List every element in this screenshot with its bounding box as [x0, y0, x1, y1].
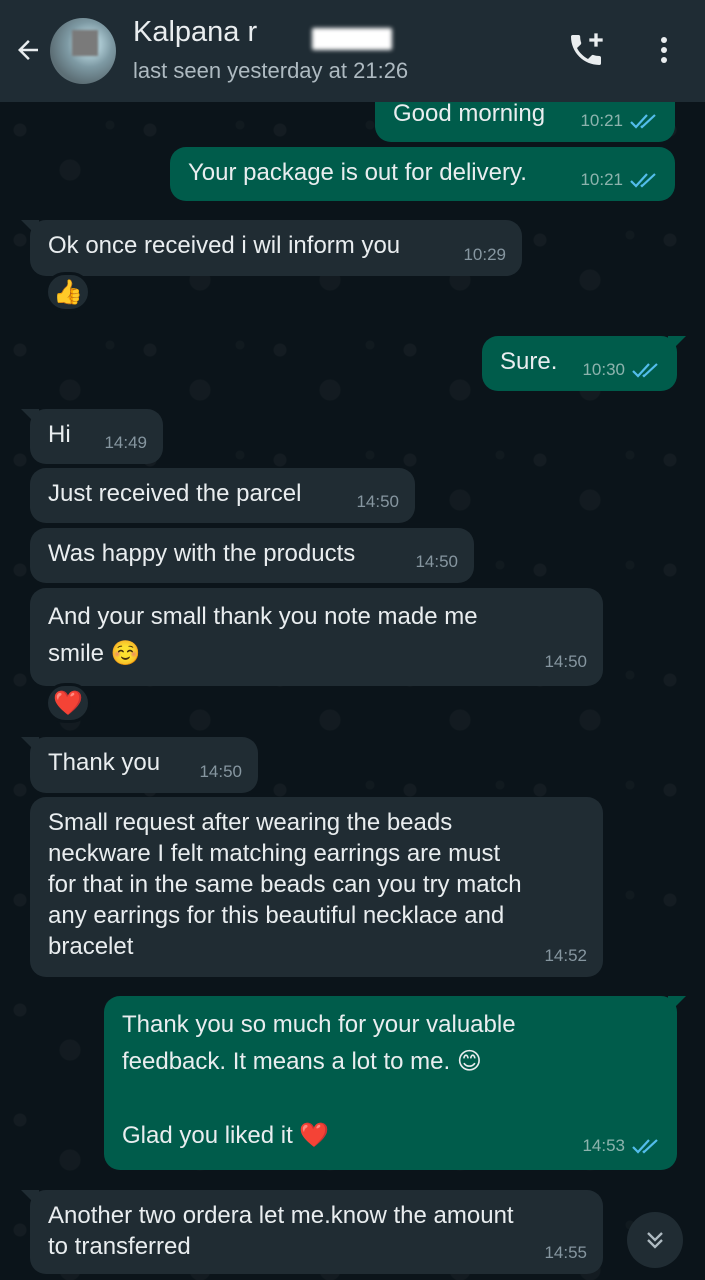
message-bubble-incoming[interactable]: Small request after wearing the beads ne… [30, 797, 603, 977]
message-bubble-incoming[interactable]: And your small thank you note made me sm… [30, 588, 603, 686]
thumbs-up-icon: 👍 [53, 278, 83, 306]
message-time: 10:21 [580, 170, 623, 189]
message-time: 14:52 [544, 946, 587, 965]
message-text: And your small thank you note made me sm… [48, 603, 478, 667]
message-text: Just received the parcel [48, 480, 302, 507]
message-bubble-incoming[interactable]: Hi 14:49 [21, 409, 163, 464]
reaction-heart[interactable]: ❤️ [45, 683, 91, 723]
read-ticks-icon [630, 172, 656, 188]
read-ticks-icon [632, 362, 658, 378]
back-button[interactable] [10, 30, 46, 70]
contact-name[interactable]: Kalpana r [133, 16, 257, 49]
last-seen-status: last seen yesterday at 21:26 [133, 58, 409, 83]
message-bubble-incoming[interactable]: Another two ordera let me.know the amoun… [21, 1190, 603, 1274]
message-text: Another two ordera let me.know the amoun… [48, 1202, 514, 1260]
chat-header: Kalpana r last seen yesterday at 21:26 [0, 0, 705, 102]
message-bubble-outgoing[interactable]: Sure. 10:30 [482, 336, 686, 391]
message-bubble-incoming[interactable]: Was happy with the products 14:50 [30, 528, 474, 583]
read-ticks-icon [632, 1138, 658, 1154]
more-vertical-icon [661, 37, 667, 63]
add-call-button[interactable] [566, 30, 606, 70]
redacted-name-mark [312, 28, 392, 50]
message-time: 14:55 [544, 1243, 587, 1262]
message-bubble-incoming[interactable]: Ok once received i wil inform you 10:29 [21, 220, 522, 276]
double-chevron-down-icon [647, 1232, 663, 1249]
message-time: 14:50 [415, 552, 458, 571]
message-bubble-incoming[interactable]: Just received the parcel 14:50 [30, 468, 415, 523]
heart-icon: ❤️ [53, 689, 83, 717]
message-bubble-outgoing[interactable]: Thank you so much for your valuable feed… [104, 996, 686, 1170]
message-text: Was happy with the products [48, 540, 356, 567]
message-text: Small request after wearing the beads ne… [48, 809, 522, 960]
message-time: 10:21 [580, 111, 623, 130]
message-time: 10:30 [582, 360, 625, 379]
avatar[interactable] [50, 18, 116, 84]
message-time: 10:29 [463, 245, 506, 264]
arrow-left-icon [18, 40, 38, 60]
message-time: 14:50 [356, 492, 399, 511]
scroll-to-bottom-button[interactable] [627, 1212, 683, 1268]
message-bubble-incoming[interactable]: Thank you 14:50 [21, 737, 258, 793]
message-bubble-outgoing[interactable]: Your package is out for delivery. 10:21 [170, 147, 675, 201]
reaction-thumbs-up[interactable]: 👍 [45, 272, 91, 312]
message-time: 14:49 [104, 433, 147, 452]
message-text: Thank you so much for your valuable feed… [122, 1011, 516, 1149]
message-time: 14:53 [582, 1136, 625, 1155]
message-text: Ok once received i wil inform you [48, 232, 401, 259]
read-ticks-icon [630, 113, 656, 129]
add-call-icon [571, 33, 603, 65]
message-time: 14:50 [199, 762, 242, 781]
more-options-button[interactable] [652, 30, 676, 70]
message-time: 14:50 [544, 652, 587, 671]
